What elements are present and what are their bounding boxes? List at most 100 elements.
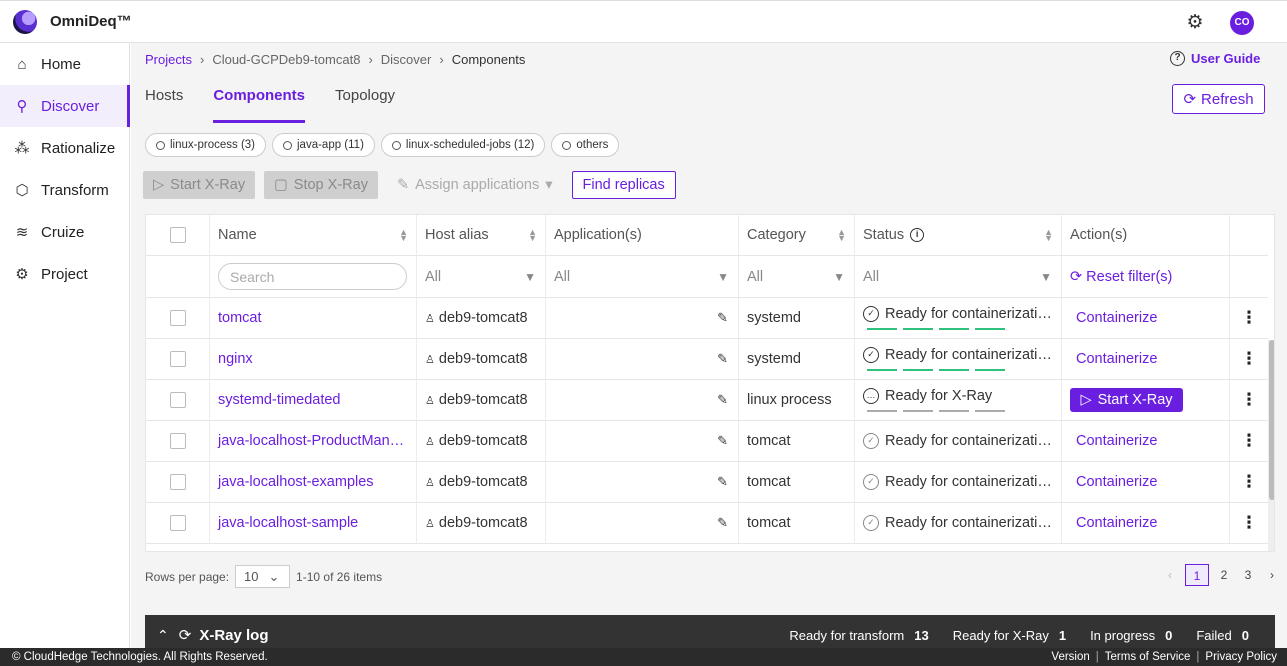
sidebar-item-home[interactable]: ⌂ Home — [0, 43, 130, 85]
version-link[interactable]: Version — [1051, 651, 1089, 663]
terms-link[interactable]: Terms of Service — [1105, 651, 1191, 663]
header-host-alias[interactable]: Host alias ▲ ▼ — [417, 215, 546, 255]
row-select-cell — [146, 462, 210, 502]
info-icon[interactable]: i — [910, 228, 925, 242]
settings-gear-icon[interactable]: ⚙ — [1184, 12, 1206, 34]
rows-per-page-select[interactable]: 10 ⌄ — [235, 565, 291, 588]
page-button[interactable]: 1 — [1185, 564, 1209, 586]
sidebar-item-transform[interactable]: ⬡ Transform — [0, 169, 130, 211]
row-checkbox[interactable] — [169, 392, 186, 408]
name-search-input[interactable]: Search — [218, 263, 407, 290]
filter-funnel-icon[interactable]: ▼ — [524, 270, 536, 284]
header-category[interactable]: Category ▲ ▼ — [739, 215, 855, 255]
sidebar-item-discover[interactable]: ⚲ Discover — [0, 85, 130, 127]
application-filter[interactable]: All ▼ — [546, 256, 739, 297]
containerize-link[interactable]: Containerize — [1070, 515, 1157, 531]
tab-hosts[interactable]: Hosts — [145, 87, 183, 123]
table-row[interactable]: java-localhost-ProductMan… ♙ deb9-tomcat8… — [146, 421, 1268, 462]
refresh-button[interactable]: ⟳ Refresh — [1172, 84, 1265, 114]
tab-components[interactable]: Components — [213, 87, 306, 123]
tab-topology[interactable]: Topology — [335, 87, 395, 123]
kebab-menu-icon[interactable]: ⋮ — [1241, 431, 1258, 451]
edit-pencil-icon[interactable]: ✎ — [717, 392, 728, 408]
user-avatar[interactable]: CO — [1230, 11, 1254, 35]
host-filter[interactable]: All ▼ — [417, 256, 546, 297]
scrollbar-thumb[interactable] — [1269, 340, 1274, 500]
header-status[interactable]: Status i ▲ ▼ — [855, 215, 1062, 255]
page-button[interactable]: 2 — [1215, 564, 1233, 586]
table-row[interactable]: tomcat ♙ deb9-tomcat8 ✎ systemd ✓ Ready fo… — [146, 298, 1268, 339]
kebab-menu-icon[interactable]: ⋮ — [1241, 390, 1258, 410]
containerize-link[interactable]: Containerize — [1070, 351, 1157, 367]
edit-pencil-icon[interactable]: ✎ — [717, 474, 728, 490]
stop-xray-button[interactable]: ▢ Stop X-Ray — [264, 171, 378, 199]
breadcrumb-project-name[interactable]: Cloud-GCPDeb9-tomcat8 — [212, 52, 360, 67]
top-bar: OmniDeq™ ⚙ CO — [0, 0, 1287, 43]
component-name-link[interactable]: java-localhost-ProductMan… — [218, 433, 404, 449]
containerize-link[interactable]: Containerize — [1070, 310, 1157, 326]
start-xray-button[interactable]: ▷ Start X-Ray — [143, 171, 256, 199]
table-row[interactable]: java-localhost-sample ♙ deb9-tomcat8 ✎ to… — [146, 503, 1268, 544]
reset-filters-link[interactable]: ⟳ Reset filter(s) — [1062, 256, 1230, 297]
find-replicas-button[interactable]: Find replicas — [571, 171, 676, 199]
prev-page-icon[interactable]: ‹ — [1161, 564, 1179, 586]
sidebar-item-project[interactable]: ⚙ Project — [0, 253, 130, 295]
chip-linux-process[interactable]: linux-process (3) — [145, 133, 266, 157]
table-row[interactable]: systemd-timedated ♙ deb9-tomcat8 ✎ linux … — [146, 380, 1268, 421]
row-menu-cell: ⋮ — [1230, 339, 1268, 379]
component-name-link[interactable]: java-localhost-examples — [218, 474, 374, 490]
table-row[interactable]: nginx ♙ deb9-tomcat8 ✎ systemd ✓ Ready for… — [146, 339, 1268, 380]
header-name[interactable]: Name ▲ ▼ — [210, 215, 417, 255]
chip-linux-scheduled-jobs[interactable]: linux-scheduled-jobs (12) — [380, 133, 546, 157]
edit-pencil-icon[interactable]: ✎ — [717, 351, 728, 367]
sort-icon[interactable]: ▲ ▼ — [1044, 228, 1053, 243]
component-name-link[interactable]: nginx — [218, 351, 253, 367]
status-filter[interactable]: All ▼ — [855, 256, 1062, 297]
privacy-link[interactable]: Privacy Policy — [1205, 651, 1277, 663]
containerize-link[interactable]: Containerize — [1070, 474, 1157, 490]
sidebar-item-rationalize[interactable]: ⁂ Rationalize — [0, 127, 130, 169]
chip-java-app[interactable]: java-app (11) — [272, 133, 375, 157]
cruize-icon: ≋ — [15, 224, 29, 241]
row-checkbox[interactable] — [169, 474, 186, 490]
stat-label: Ready for X-Ray — [952, 627, 1049, 643]
component-name-link[interactable]: systemd-timedated — [218, 392, 341, 408]
breadcrumb-discover[interactable]: Discover — [381, 52, 432, 67]
breadcrumb-projects[interactable]: Projects — [145, 52, 192, 67]
row-checkbox[interactable] — [169, 310, 186, 326]
sort-icon[interactable]: ▲ ▼ — [528, 228, 537, 243]
kebab-menu-icon[interactable]: ⋮ — [1241, 472, 1258, 492]
kebab-menu-icon[interactable]: ⋮ — [1241, 349, 1258, 369]
kebab-menu-icon[interactable]: ⋮ — [1241, 513, 1258, 533]
filter-funnel-icon[interactable]: ▼ — [1040, 270, 1052, 284]
row-checkbox[interactable] — [169, 433, 186, 449]
chevron-up-icon[interactable]: ⌃ — [157, 627, 169, 644]
page-button[interactable]: 3 — [1239, 564, 1257, 586]
sidebar-item-cruize[interactable]: ≋ Cruize — [0, 211, 130, 253]
edit-pencil-icon[interactable]: ✎ — [717, 433, 728, 449]
header-select-cell — [146, 215, 210, 255]
filter-funnel-icon[interactable]: ▼ — [717, 270, 729, 284]
containerize-link[interactable]: Containerize — [1070, 433, 1157, 449]
row-checkbox[interactable] — [169, 515, 186, 531]
sort-icon[interactable]: ▲ ▼ — [837, 228, 846, 243]
category-filter[interactable]: All ▼ — [739, 256, 855, 297]
user-guide-link[interactable]: ? User Guide — [1170, 51, 1260, 66]
component-name-link[interactable]: tomcat — [218, 310, 262, 326]
sort-icon[interactable]: ▲ ▼ — [399, 228, 408, 243]
select-all-checkbox[interactable] — [169, 227, 186, 243]
table-scrollbar[interactable] — [1268, 340, 1274, 551]
start-xray-label: Start X-Ray — [170, 177, 246, 193]
edit-pencil-icon[interactable]: ✎ — [717, 515, 728, 531]
kebab-menu-icon[interactable]: ⋮ — [1241, 308, 1258, 328]
assign-applications-dropdown[interactable]: ✎ Assign applications ▾ — [387, 171, 563, 199]
chip-others[interactable]: others — [551, 133, 620, 157]
edit-pencil-icon[interactable]: ✎ — [717, 310, 728, 326]
filter-empty-cell — [1230, 256, 1268, 297]
table-row[interactable]: java-localhost-examples ♙ deb9-tomcat8 ✎ … — [146, 462, 1268, 503]
start-xray-row-button[interactable]: ▷ Start X-Ray — [1070, 388, 1183, 412]
next-page-icon[interactable]: › — [1263, 564, 1281, 586]
filter-funnel-icon[interactable]: ▼ — [833, 270, 845, 284]
component-name-link[interactable]: java-localhost-sample — [218, 515, 358, 531]
row-checkbox[interactable] — [169, 351, 186, 367]
